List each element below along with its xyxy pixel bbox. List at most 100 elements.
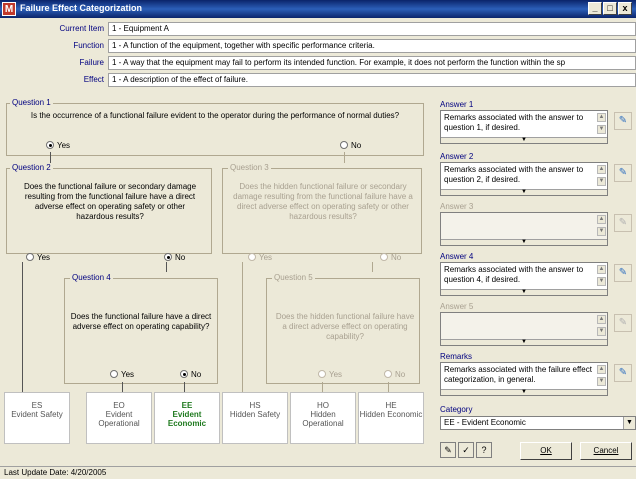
category-box-es[interactable]: ES Evident Safety [4,392,70,444]
spellcheck-icon[interactable]: ✓ [458,442,474,458]
function-label: Function [12,39,108,53]
expand-arrow-icon[interactable]: ▼ [441,389,607,395]
connector-line [344,152,345,163]
category-code: EE [181,401,193,410]
expand-arrow-icon[interactable]: ▼ [441,339,607,345]
radio-dot [340,141,348,149]
answer-3-edit-icon[interactable]: ✎ [614,214,632,232]
question-2-no-radio[interactable]: No [164,253,185,262]
minimize-button[interactable]: _ [588,2,602,15]
question-4-no-radio[interactable]: No [180,370,201,379]
answer-3-field[interactable]: ▲ ▼ ▼ [440,212,608,246]
scrollbar[interactable]: ▲ ▼ [597,113,606,139]
expand-arrow-icon[interactable]: ▼ [441,289,607,295]
question-3-yes-radio[interactable]: Yes [248,253,272,262]
category-label: Category [440,405,473,414]
answer-3-label: Answer 3 [440,202,474,211]
question-4-label: Question 4 [70,273,113,282]
radio-dot [110,370,118,378]
scrollbar[interactable]: ▲ ▼ [597,215,606,241]
answer-1-field[interactable]: Remarks associated with the answer to qu… [440,110,608,144]
question-2-yes-radio[interactable]: Yes [26,253,50,262]
maximize-button[interactable]: □ [603,2,617,15]
scrollbar[interactable]: ▲ ▼ [597,265,606,291]
answer-1-edit-icon[interactable]: ✎ [614,112,632,130]
close-button[interactable]: x [618,2,632,15]
category-code: ES [31,401,43,410]
scroll-down-icon[interactable]: ▼ [597,227,606,236]
scroll-down-icon[interactable]: ▼ [597,327,606,336]
answer-4-edit-icon[interactable]: ✎ [614,264,632,282]
category-code: EO [113,401,125,410]
help-icon[interactable]: ? [476,442,492,458]
question-5-label: Question 5 [272,273,315,282]
remarks-text: Remarks associated with the failure effe… [444,365,592,384]
question-4-text: Does the functional failure have a direc… [70,312,212,331]
answer-5-edit-icon[interactable]: ✎ [614,314,632,332]
remarks-label: Remarks [440,352,473,361]
connector-line [184,382,185,392]
scroll-down-icon[interactable]: ▼ [597,177,606,186]
category-name: Hidden Economic [359,410,423,419]
expand-arrow-icon[interactable]: ▼ [441,189,607,195]
scroll-up-icon[interactable]: ▲ [597,365,606,374]
question-5-no-radio[interactable]: No [384,370,405,379]
question-5-yes-radio[interactable]: Yes [318,370,342,379]
scrollbar[interactable]: ▲ ▼ [597,165,606,191]
category-code: HE [385,401,397,410]
category-box-eo[interactable]: EO Evident Operational [86,392,152,444]
question-3-label: Question 3 [228,163,271,172]
category-select-value: EE - Evident Economic [444,418,526,427]
answer-4-field[interactable]: Remarks associated with the answer to qu… [440,262,608,296]
question-4-yes-radio[interactable]: Yes [110,370,134,379]
category-box-hs[interactable]: HS Hidden Safety [222,392,288,444]
edit-icon[interactable]: ✎ [440,442,456,458]
remarks-edit-icon[interactable]: ✎ [614,364,632,382]
scroll-up-icon[interactable]: ▲ [597,113,606,122]
question-1-yes-radio[interactable]: Yes [46,141,70,150]
answer-1-text: Remarks associated with the answer to qu… [444,113,584,132]
title-bar: M Failure Effect Categorization _ □ x [0,0,636,18]
connector-line [22,262,23,392]
scroll-up-icon[interactable]: ▲ [597,215,606,224]
current-item-value: 1 - Equipment A [108,22,636,36]
category-box-ee[interactable]: EE Evident Economic [154,392,220,444]
expand-arrow-icon[interactable]: ▼ [441,239,607,245]
expand-arrow-icon[interactable]: ▼ [441,137,607,143]
info-row-current-item: Current Item 1 - Equipment A [0,22,636,37]
question-1-label: Question 1 [10,98,53,107]
cancel-button[interactable]: Cancel [580,442,632,460]
no-label: No [391,253,402,262]
connector-line [122,382,123,392]
radio-dot-selected [164,253,172,261]
answer-2-edit-icon[interactable]: ✎ [614,164,632,182]
current-item-label: Current Item [12,22,108,36]
category-box-ho[interactable]: HO Hidden Operational [290,392,356,444]
info-row-function: Function 1 - A function of the equipment… [0,39,636,54]
answer-5-field[interactable]: ▲ ▼ ▼ [440,312,608,346]
yes-label: Yes [121,370,135,379]
scrollbar[interactable]: ▲ ▼ [597,365,606,391]
ok-button[interactable]: OK [520,442,572,460]
scroll-up-icon[interactable]: ▲ [597,165,606,174]
yes-label: Yes [37,253,51,262]
app-icon: M [2,2,16,16]
scroll-up-icon[interactable]: ▲ [597,315,606,324]
answer-4-text: Remarks associated with the answer to qu… [444,265,584,284]
chevron-down-icon[interactable]: ▼ [623,417,635,429]
answer-5-label: Answer 5 [440,302,474,311]
category-box-he[interactable]: HE Hidden Economic [358,392,424,444]
scrollbar[interactable]: ▲ ▼ [597,315,606,341]
scroll-down-icon[interactable]: ▼ [597,125,606,134]
scroll-down-icon[interactable]: ▼ [597,277,606,286]
answer-2-field[interactable]: Remarks associated with the answer to qu… [440,162,608,196]
question-1-no-radio[interactable]: No [340,141,361,150]
category-select[interactable]: EE - Evident Economic ▼ [440,416,636,430]
question-5-text: Does the hidden functional failure have … [275,312,415,341]
remarks-field[interactable]: Remarks associated with the failure effe… [440,362,608,396]
connector-line [50,152,51,163]
status-bar: Last Update Date: 4/20/2005 [0,466,636,479]
scroll-down-icon[interactable]: ▼ [597,377,606,386]
question-3-no-radio[interactable]: No [380,253,401,262]
scroll-up-icon[interactable]: ▲ [597,265,606,274]
